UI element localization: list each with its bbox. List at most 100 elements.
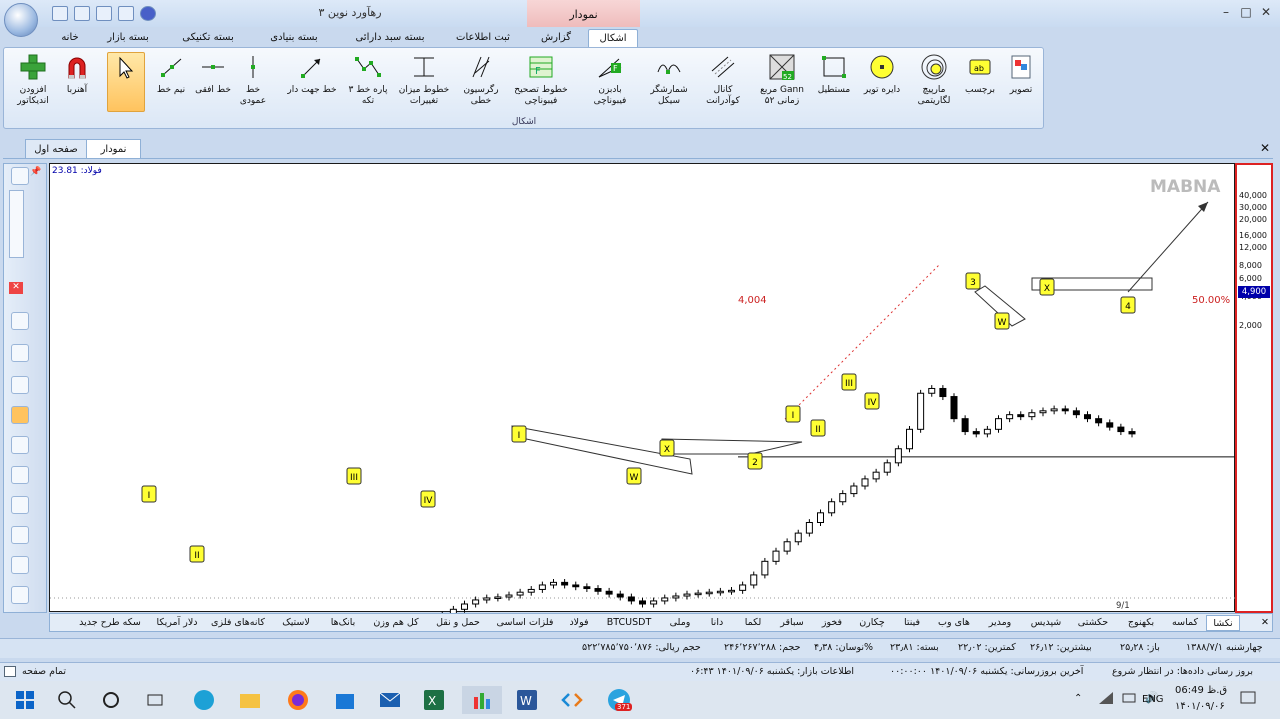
ray-button[interactable]: نیم خط bbox=[152, 52, 190, 96]
refresh-icon[interactable] bbox=[11, 167, 29, 185]
mail-icon[interactable] bbox=[375, 686, 405, 714]
vertical-line-button[interactable]: خط عمودی bbox=[234, 52, 272, 107]
symbol-tab[interactable]: های وب bbox=[932, 615, 976, 631]
language-indicator[interactable]: ENG bbox=[1142, 694, 1164, 705]
maximize-button[interactable]: □ bbox=[1239, 5, 1253, 19]
tab-report[interactable]: گزارش bbox=[531, 29, 581, 47]
fib-retracement-button[interactable]: F خطوط تصحیح فیبوناچی bbox=[510, 52, 572, 107]
notification-icon[interactable] bbox=[1240, 691, 1256, 707]
tool-icon-6[interactable] bbox=[11, 466, 29, 484]
save-icon[interactable] bbox=[52, 6, 68, 21]
print-icon[interactable] bbox=[74, 6, 90, 21]
fullscreen-icon[interactable] bbox=[4, 666, 16, 677]
horizontal-line-button[interactable]: خط افقی bbox=[194, 52, 232, 96]
symbol-tab[interactable]: بانک‌ها bbox=[322, 615, 364, 631]
symbol-tab[interactable]: لکما bbox=[736, 615, 770, 631]
symbol-tab[interactable]: کل هم وزن bbox=[366, 615, 426, 631]
change-lines-button[interactable]: خطوط میزان تغییرات bbox=[396, 52, 452, 107]
symbol-tab[interactable]: فینتا bbox=[894, 615, 930, 631]
fib-fan-button[interactable]: F بادبزن فیبوناچی bbox=[582, 52, 638, 107]
symbol-tab[interactable]: فلزات اساسی bbox=[490, 615, 560, 631]
price-chart[interactable]: I II III IV I W X 2 I II III IV 3 W X 4 فولاد: 23.81 MA… bbox=[49, 163, 1236, 718]
add-indicator-button[interactable]: افزودن اندیکاتور bbox=[8, 52, 58, 107]
arrow-line-button[interactable]: خط جهت دار bbox=[284, 52, 340, 96]
tab-fundamental[interactable]: بسته بنیادی bbox=[258, 29, 330, 47]
symbol-tab[interactable]: چکارن bbox=[852, 615, 892, 631]
symbol-tab[interactable]: سباقر bbox=[772, 615, 812, 631]
symbol-tab[interactable]: نکشا bbox=[1206, 615, 1240, 631]
symbol-tab[interactable]: وملی bbox=[662, 615, 698, 631]
tool-icon-7[interactable] bbox=[11, 496, 29, 514]
doc-tab-first-page[interactable]: صفحه اول bbox=[25, 139, 87, 159]
symbol-tab[interactable]: لاستیک bbox=[272, 615, 320, 631]
tool-icon-9[interactable] bbox=[11, 556, 29, 574]
symbol-tab[interactable]: سکه طرح جدید bbox=[72, 615, 148, 631]
tool-icon-4[interactable] bbox=[11, 406, 29, 424]
clock-time[interactable]: 06:49 ق.ظ bbox=[1175, 685, 1227, 696]
cursor-button[interactable] bbox=[107, 52, 145, 112]
tool-icon-1[interactable] bbox=[11, 312, 29, 330]
fullscreen-label[interactable]: تمام صفحه bbox=[22, 666, 66, 677]
symbol-tab[interactable]: فولاد bbox=[562, 615, 596, 631]
tool-icon-2[interactable] bbox=[11, 344, 29, 362]
cortana-icon[interactable] bbox=[96, 686, 126, 714]
tool-icon-10[interactable] bbox=[11, 586, 29, 604]
price-axis[interactable]: 40,000 30,000 20,000 16,000 12,000 8,000 6,000… bbox=[1235, 163, 1273, 613]
tab-shapes[interactable]: اشکال bbox=[588, 29, 638, 47]
windows-start-icon[interactable] bbox=[10, 686, 40, 714]
scrollbar[interactable] bbox=[9, 190, 24, 258]
file-explorer-icon[interactable] bbox=[235, 686, 265, 714]
store-icon[interactable] bbox=[330, 686, 360, 714]
chart-canvas[interactable]: IIIIIIIVIWX2IIIIIIIV3WX4 bbox=[50, 164, 1236, 718]
symbol-tab[interactable]: ومدیر bbox=[978, 615, 1022, 631]
segment-3-button[interactable]: پاره خط ۳ تکه bbox=[344, 52, 392, 107]
tool-icon-3[interactable] bbox=[11, 376, 29, 394]
tab-home[interactable]: خانه bbox=[50, 29, 90, 47]
excel-icon[interactable]: X bbox=[419, 686, 449, 714]
close-symbol-tabs-icon[interactable]: ✕ bbox=[1258, 615, 1272, 631]
clock-date[interactable]: ۱۴۰۱/۰۹/۰۶ bbox=[1175, 701, 1225, 712]
edge-icon[interactable] bbox=[189, 686, 219, 714]
quadrant-channel-button[interactable]: کانال کوآدرانت bbox=[698, 52, 748, 107]
checkbox-icon[interactable] bbox=[118, 6, 134, 21]
symbol-tab[interactable]: BTCUSDT bbox=[598, 615, 660, 631]
close-button[interactable]: ✕ bbox=[1259, 5, 1273, 19]
image-button[interactable]: تصویر bbox=[1002, 52, 1040, 96]
symbol-tab[interactable]: شپدیس bbox=[1024, 615, 1068, 631]
tool-icon-5[interactable] bbox=[11, 436, 29, 454]
symbol-tab[interactable]: فخوز bbox=[814, 615, 850, 631]
symbol-tab[interactable]: حمل و نقل bbox=[428, 615, 488, 631]
vscode-icon[interactable] bbox=[557, 686, 587, 714]
symbol-tab[interactable]: بکهنوج bbox=[1118, 615, 1164, 631]
circle-button[interactable]: دایره تویر bbox=[860, 52, 904, 96]
log-spiral-button[interactable]: مارپیچ لگاریتمی bbox=[907, 52, 961, 107]
search-icon[interactable] bbox=[52, 686, 82, 714]
symbol-tab[interactable]: حکشتی bbox=[1070, 615, 1116, 631]
tab-technical[interactable]: بسته تکنیکی bbox=[172, 29, 244, 47]
pin-icon[interactable]: 📌 bbox=[30, 167, 41, 177]
rectangle-button[interactable]: مستطیل bbox=[812, 52, 856, 96]
help-icon[interactable] bbox=[140, 6, 156, 21]
symbol-tab[interactable]: کماسه bbox=[1166, 615, 1204, 631]
cycle-counter-button[interactable]: شمارشگر سیکل bbox=[642, 52, 696, 107]
magnet-button[interactable]: آهنربا bbox=[60, 52, 94, 96]
tray-chevron-icon[interactable]: ⌃ bbox=[1074, 693, 1082, 704]
symbol-tab[interactable]: دلار آمریکا bbox=[150, 615, 204, 631]
minimize-button[interactable]: – bbox=[1219, 5, 1233, 19]
tab-market[interactable]: بسته بازار bbox=[98, 29, 158, 47]
word-icon[interactable]: W bbox=[512, 686, 542, 714]
tab-portfolio[interactable]: بسته سبد دارائی bbox=[344, 29, 436, 47]
regression-button[interactable]: رگرسیون خطی bbox=[456, 52, 506, 107]
symbol-tab[interactable]: کانه‌های فلزی bbox=[206, 615, 270, 631]
label-button[interactable]: ab برچسب bbox=[962, 52, 998, 96]
firefox-icon[interactable] bbox=[283, 686, 313, 714]
close-chart-icon[interactable]: ✕ bbox=[1260, 141, 1270, 155]
symbol-tab[interactable]: دانا bbox=[700, 615, 734, 631]
task-view-icon[interactable] bbox=[140, 686, 170, 714]
network-icon[interactable] bbox=[1098, 691, 1114, 705]
app-menu-button[interactable] bbox=[4, 3, 38, 37]
tool-icon-8[interactable] bbox=[11, 526, 29, 544]
gann-square-button[interactable]: 52 مربع Gann زمانی ۵۲ bbox=[756, 52, 808, 107]
battery-icon[interactable] bbox=[1122, 691, 1136, 705]
doc-tab-chart[interactable]: نمودار bbox=[86, 139, 141, 159]
